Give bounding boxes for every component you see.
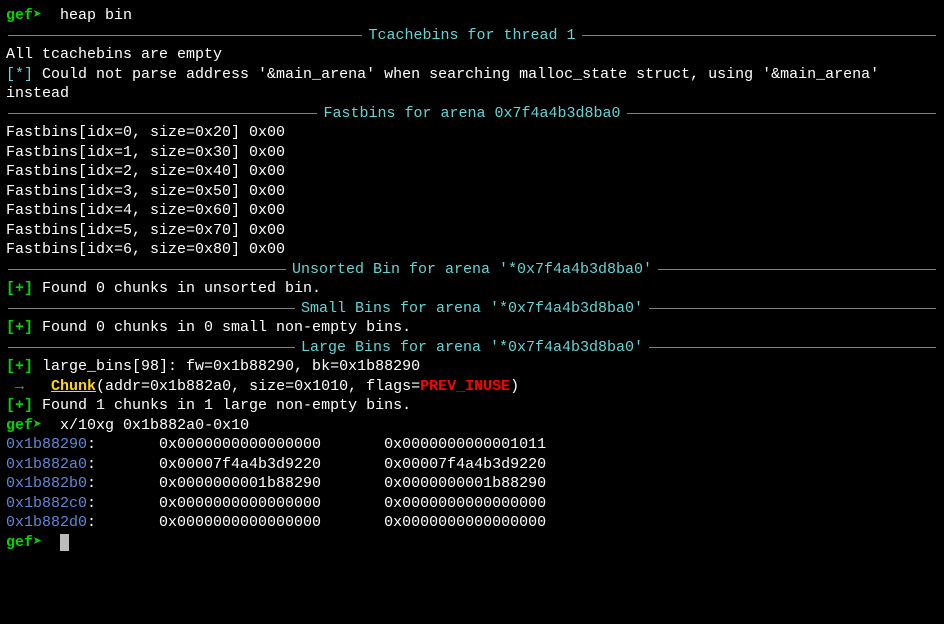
mem-addr: 0x1b882a0 (6, 456, 87, 473)
mem-addr: 0x1b882c0 (6, 495, 87, 512)
plus-marker: [+] (6, 319, 33, 336)
mem-addr: 0x1b882b0 (6, 475, 87, 492)
mem-addr: 0x1b882d0 (6, 514, 87, 531)
chunk-line: → Chunk(addr=0x1b882a0, size=0x1010, fla… (6, 377, 938, 397)
tcache-empty: All tcachebins are empty (6, 45, 938, 65)
memory-row: 0x1b88290: 0x0000000000000000 0x00000000… (6, 435, 938, 455)
small-found: [+] Found 0 chunks in 0 small non-empty … (6, 318, 938, 338)
memory-row: 0x1b882d0: 0x0000000000000000 0x00000000… (6, 513, 938, 533)
memory-row: 0x1b882c0: 0x0000000000000000 0x00000000… (6, 494, 938, 514)
section-unsorted: Unsorted Bin for arena '*0x7f4a4b3d8ba0' (6, 260, 938, 280)
plus-marker: [+] (6, 358, 33, 375)
prompt-line[interactable]: gef➤ heap bin (6, 6, 938, 26)
memory-row: 0x1b882a0: 0x00007f4a4b3d9220 0x00007f4a… (6, 455, 938, 475)
plus-marker: [+] (6, 397, 33, 414)
warn-marker: [*] (6, 66, 33, 83)
unsorted-found: [+] Found 0 chunks in unsorted bin. (6, 279, 938, 299)
section-large: Large Bins for arena '*0x7f4a4b3d8ba0' (6, 338, 938, 358)
chunk-label: Chunk (51, 378, 96, 395)
large-found: [+] Found 1 chunks in 1 large non-empty … (6, 396, 938, 416)
section-fastbins: Fastbins for arena 0x7f4a4b3d8ba0 (6, 104, 938, 124)
command: heap bin (60, 7, 132, 24)
memory-row: 0x1b882b0: 0x0000000001b88290 0x00000000… (6, 474, 938, 494)
fastbin-row: Fastbins[idx=2, size=0x40] 0x00 (6, 162, 938, 182)
warning-line: [*] Could not parse address '&main_arena… (6, 65, 938, 104)
large-bins-line: [+] large_bins[98]: fw=0x1b88290, bk=0x1… (6, 357, 938, 377)
cursor (60, 534, 69, 551)
prompt: gef➤ (6, 534, 60, 551)
prompt-line[interactable]: gef➤ x/10xg 0x1b882a0-0x10 (6, 416, 938, 436)
prompt: gef➤ (6, 7, 60, 24)
section-tcache: Tcachebins for thread 1 (6, 26, 938, 46)
fastbin-row: Fastbins[idx=3, size=0x50] 0x00 (6, 182, 938, 202)
arrow-icon: → (6, 378, 51, 395)
fastbin-row: Fastbins[idx=5, size=0x70] 0x00 (6, 221, 938, 241)
chunk-flag: PREV_INUSE (420, 378, 510, 395)
fastbin-row: Fastbins[idx=6, size=0x80] 0x00 (6, 240, 938, 260)
prompt: gef➤ (6, 417, 60, 434)
prompt-line[interactable]: gef➤ (6, 533, 938, 553)
fastbin-row: Fastbins[idx=1, size=0x30] 0x00 (6, 143, 938, 163)
fastbin-row: Fastbins[idx=4, size=0x60] 0x00 (6, 201, 938, 221)
mem-addr: 0x1b88290 (6, 436, 87, 453)
section-small: Small Bins for arena '*0x7f4a4b3d8ba0' (6, 299, 938, 319)
plus-marker: [+] (6, 280, 33, 297)
warn-text: Could not parse address '&main_arena' wh… (6, 66, 888, 103)
fastbin-row: Fastbins[idx=0, size=0x20] 0x00 (6, 123, 938, 143)
command: x/10xg 0x1b882a0-0x10 (60, 417, 249, 434)
